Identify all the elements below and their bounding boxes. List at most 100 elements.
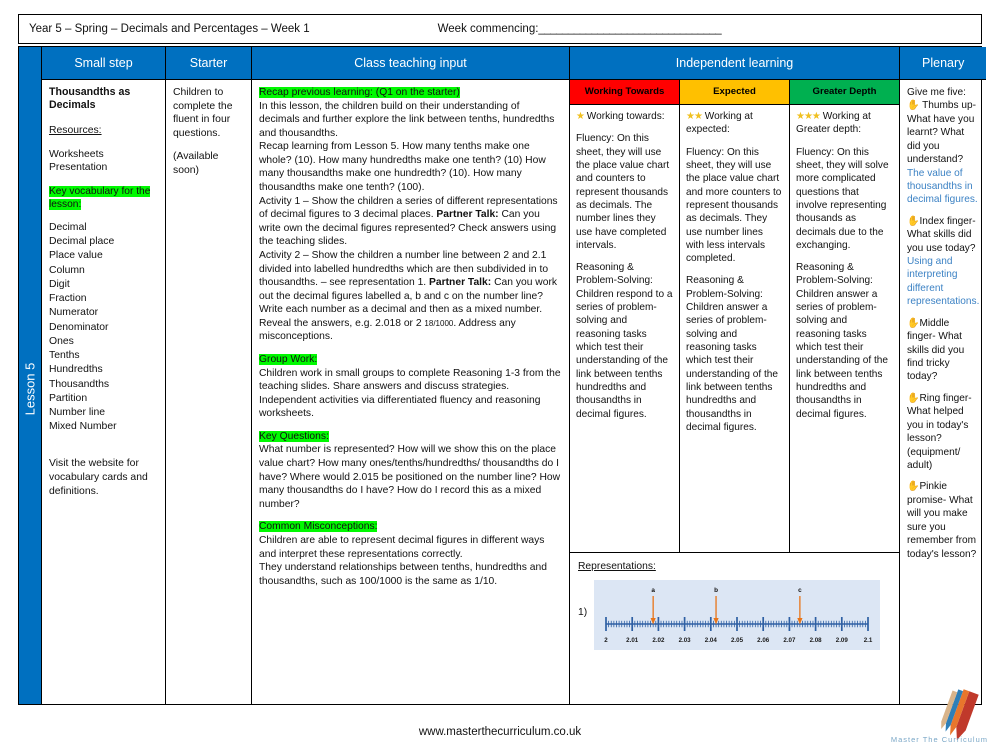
key-questions-block: Key Questions: What number is represente…: [259, 430, 562, 511]
vocabulary-item: Fraction: [49, 293, 87, 305]
representation-number: 1): [578, 607, 588, 619]
hand-icon: ✋: [907, 481, 920, 493]
resource-item-0: Worksheets: [49, 148, 104, 160]
vocabulary-item: Number line: [49, 407, 106, 419]
cell-plenary: Give me five: ✋ Thumbs up- What have you…: [900, 80, 986, 704]
hand-icon: ✋: [907, 392, 920, 404]
small-step-title: Thousandths as Decimals: [49, 86, 131, 112]
misconceptions-body-2: They understand relationships between te…: [259, 562, 547, 587]
vocabulary-item: Partition: [49, 392, 88, 404]
greater-depth-reasoning: Reasoning & Problem-Solving: Children an…: [796, 262, 889, 420]
expected-heading: ★★ Working at expected:: [686, 110, 783, 137]
svg-text:2.08: 2.08: [810, 637, 823, 644]
column-header-plenary: Plenary: [900, 47, 987, 80]
vocabulary-item: Column: [49, 264, 85, 276]
recap-heading: Recap previous learning: (Q1 on the star…: [259, 86, 562, 100]
independent-column-working-towards: Working Towards ★ Working towards: Fluen…: [570, 80, 680, 552]
cell-starter: Children to complete the fluent in four …: [166, 80, 252, 704]
week-commencing-rule: _______________________________: [538, 23, 722, 35]
hand-icon: ✋: [907, 317, 920, 329]
lesson-plan-table: Lesson 5 Small step Starter Class teachi…: [18, 46, 987, 705]
working-towards-fluency: Fluency: On this sheet, they will use th…: [576, 133, 670, 251]
group-work-body: Children work in small groups to complet…: [259, 367, 561, 420]
plenary-answer-1: Using and interpreting different represe…: [907, 256, 980, 308]
working-towards-heading-text: Working towards:: [586, 111, 665, 122]
plenary-question-4: Pinkie promise- What will you make sure …: [907, 481, 977, 560]
key-vocabulary-heading-text: Key vocabulary for the lesson:: [49, 185, 151, 210]
representations-panel: Representations: 1) 2 2.01 2.02 2.03 2.04 2.0…: [570, 552, 899, 704]
badge-greater-depth: Greater Depth: [790, 80, 899, 105]
vocabulary-item: Mixed Number: [49, 421, 117, 433]
activity-2: Activity 2 – Show the children a number …: [259, 249, 562, 344]
svg-text:c: c: [798, 587, 802, 594]
star-icon: ★: [576, 111, 585, 122]
badge-working-towards: Working Towards: [570, 80, 679, 105]
vocabulary-item: Thousandths: [49, 378, 110, 390]
plenary-question-3: Ring finger- What helped you in today's …: [907, 392, 972, 471]
svg-text:b: b: [714, 587, 718, 594]
key-questions-body: What number is represented? How will we …: [259, 444, 561, 510]
recap-heading-text: Recap previous learning: (Q1 on the star…: [259, 87, 460, 98]
misconceptions-heading: Common Misconceptions:: [259, 520, 562, 534]
star-icon: ★★: [686, 111, 703, 122]
misconceptions-body-1: Children are able to represent decimal f…: [259, 534, 545, 560]
column-header-independent-learning: Independent learning: [570, 47, 900, 80]
column-header-starter: Starter: [166, 47, 252, 80]
week-commencing: Week commencing:________________________…: [438, 23, 722, 35]
independent-body-greater-depth: ★★★ Working at Greater depth: Fluency: O…: [790, 105, 899, 552]
misconceptions-block: Common Misconceptions: Children are able…: [259, 520, 562, 588]
activity-2-partner-talk: Partner Talk:: [429, 277, 492, 289]
starter-availability: (Available soon): [173, 151, 219, 176]
representations-title: Representations:: [578, 561, 656, 572]
badge-expected: Expected: [680, 80, 789, 105]
independent-learning-wrapper: Working Towards ★ Working towards: Fluen…: [570, 80, 899, 704]
expected-fluency: Fluency: On this sheet, they will use th…: [686, 146, 782, 265]
working-towards-reasoning: Reasoning & Problem-Solving: Children re…: [576, 262, 673, 420]
week-commencing-label: Week commencing:: [437, 23, 539, 35]
vocabulary-item: Place value: [49, 250, 103, 262]
plenary-item-4: ✋Pinkie promise- What will you make sure…: [907, 480, 979, 561]
group-work-heading: Group Work:: [259, 353, 562, 367]
cell-class-teaching-input: Recap previous learning: (Q1 on the star…: [252, 80, 570, 704]
independent-body-expected: ★★ Working at expected: Fluency: On this…: [680, 105, 789, 552]
activity-1-partner-talk: Partner Talk:: [436, 209, 499, 221]
vocabulary-item: Ones: [49, 335, 74, 347]
number-line-figure: 2 2.01 2.02 2.03 2.04 2.05 2.06 2.07 2.08 2.09 2.1…: [594, 580, 880, 651]
lesson-tab: Lesson 5: [19, 47, 42, 704]
recap-block: Recap previous learning: (Q1 on the star…: [259, 86, 562, 344]
website-note: Visit the website for vocabulary cards a…: [49, 457, 148, 497]
misconceptions-heading-text: Common Misconceptions:: [259, 521, 378, 533]
greater-depth-heading: ★★★ Working at Greater depth:: [796, 110, 893, 137]
svg-text:2.06: 2.06: [757, 637, 770, 644]
hand-icon: ✋: [907, 100, 920, 112]
table-header-row: Small step Starter Class teaching input …: [42, 47, 987, 80]
activity-1: Activity 1 – Show the children a series …: [259, 195, 562, 249]
star-icon: ★★★: [796, 111, 821, 122]
svg-text:2.1: 2.1: [864, 637, 873, 644]
svg-text:2.07: 2.07: [783, 637, 796, 644]
working-towards-heading: ★ Working towards:: [576, 110, 673, 123]
plenary-answer-0: The value of thousandths in decimal figu…: [907, 167, 978, 206]
starter-text: Children to complete the fluent in four …: [173, 87, 233, 139]
independent-body-working-towards: ★ Working towards: Fluency: On this shee…: [570, 105, 679, 552]
independent-learning-columns: Working Towards ★ Working towards: Fluen…: [570, 80, 899, 552]
key-vocabulary-heading: Key vocabulary for the lesson:: [49, 185, 158, 211]
vocabulary-item: Hundredths: [49, 364, 103, 376]
resource-item-1: Presentation: [49, 162, 108, 174]
column-header-small-step: Small step: [42, 47, 166, 80]
plenary-item-1: ✋Index finger- What skills did you use t…: [907, 215, 979, 309]
vocabulary-item: Numerator: [49, 307, 99, 319]
plenary-item-3: ✋Ring finger- What helped you in today's…: [907, 392, 979, 473]
page-title: Year 5 – Spring – Decimals and Percentag…: [29, 23, 310, 35]
number-line-svg: 2 2.01 2.02 2.03 2.04 2.05 2.06 2.07 2.08 2.09 2.1…: [604, 587, 873, 644]
plenary-item-0: ✋ Thumbs up- What have you learnt? What …: [907, 99, 979, 206]
lesson-tab-label: Lesson 5: [22, 362, 38, 416]
footer-url[interactable]: www.masterthecurriculum.co.uk: [0, 726, 1000, 738]
vocabulary-item: Tenths: [49, 350, 80, 362]
independent-column-expected: Expected ★★ Working at expected: Fluency…: [680, 80, 790, 552]
vocabulary-item: Decimal: [49, 221, 87, 233]
resources-heading: Resources:: [49, 125, 102, 137]
svg-text:2.03: 2.03: [679, 637, 692, 644]
